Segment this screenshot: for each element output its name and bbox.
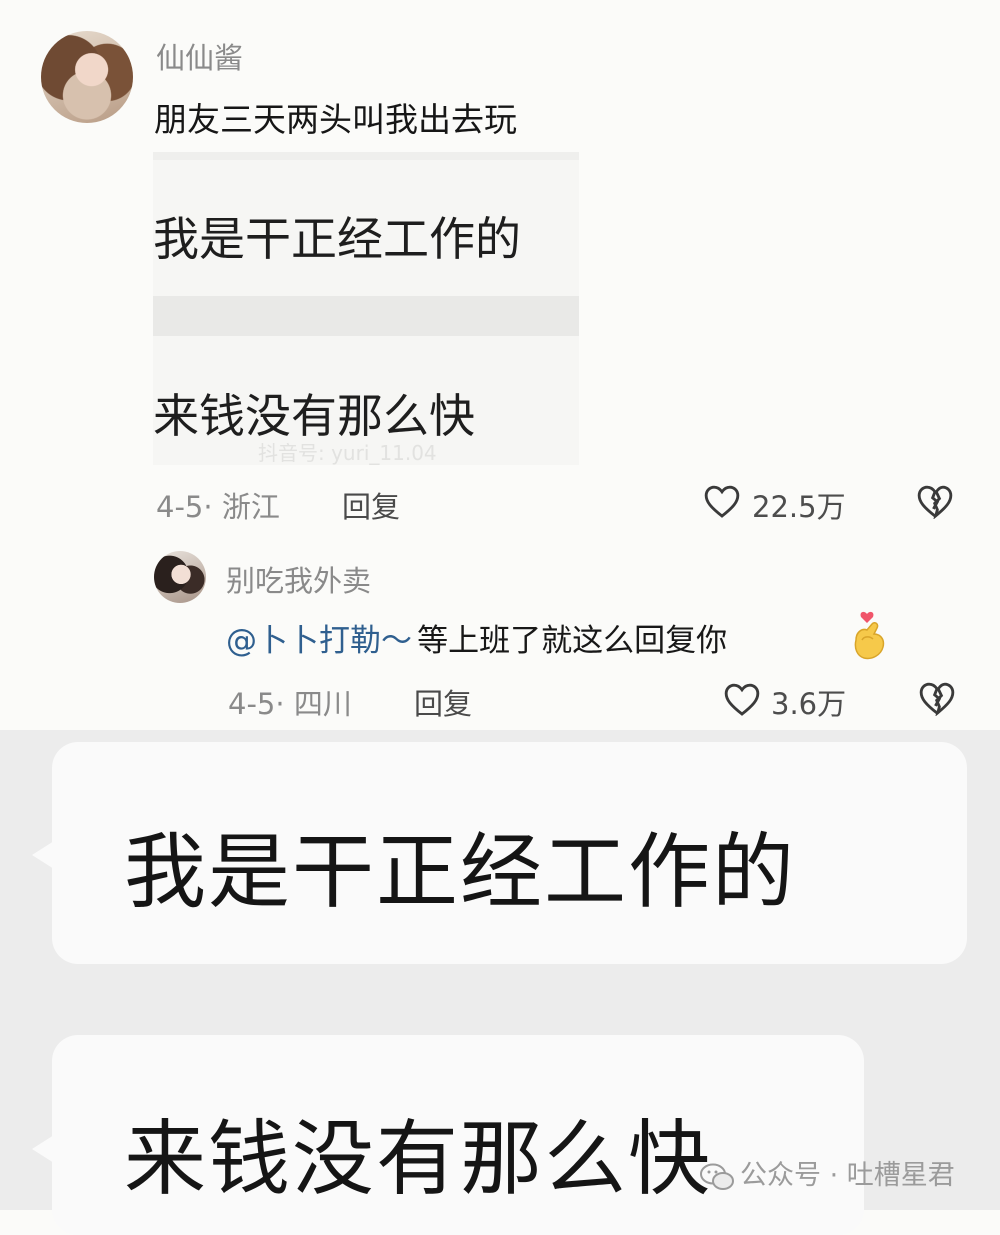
reply-reply-button[interactable]: 回复 — [414, 681, 472, 723]
comment-like-count: 22.5万 — [752, 490, 846, 524]
comment-text: 朋友三天两头叫我出去玩 — [154, 100, 517, 139]
broken-heart-icon[interactable] — [918, 680, 956, 716]
finger-heart-emoji — [854, 611, 885, 660]
broken-heart-icon[interactable] — [916, 483, 954, 519]
watermark-platform: 公众号 — [740, 1160, 821, 1191]
comment-date: 4-5 — [156, 490, 204, 524]
wechat-icon — [700, 1163, 734, 1190]
meta-dot: · — [275, 687, 294, 721]
watermark-account: 吐槽星君 — [846, 1160, 955, 1191]
comment-reply-button[interactable]: 回复 — [342, 484, 400, 526]
meta-dot: · — [203, 490, 222, 524]
reply-like-count: 3.6万 — [771, 687, 847, 721]
attached-image-watermark: 抖音号: yuri_11.04 — [258, 441, 437, 465]
replier-username[interactable]: 别吃我外卖 — [226, 558, 371, 600]
commenter-avatar[interactable] — [41, 31, 133, 123]
comment-location: 浙江 — [221, 490, 280, 524]
image-divider — [153, 152, 579, 160]
reply-text: 等上班了就这么回复你 — [417, 623, 728, 659]
replier-avatar[interactable] — [154, 551, 206, 603]
comment-section: 仙仙酱 朋友三天两头叫我出去玩 我是干正经工作的 来钱没有那么快 抖音号: yu… — [0, 0, 1000, 730]
chat-screenshot: 我是干正经工作的 来钱没有那么快 — [0, 730, 1000, 1235]
heart-outline-icon[interactable] — [723, 681, 761, 717]
reply-meta: 4-5· 四川 — [228, 681, 352, 723]
heart-outline-icon[interactable] — [703, 483, 741, 519]
mention-link[interactable]: @卜卜打勒～ — [226, 623, 412, 659]
reply-location: 四川 — [293, 687, 352, 721]
image-divider — [153, 296, 579, 336]
account-watermark: 公众号 · 吐槽星君 — [700, 1153, 955, 1192]
chat-bubble-text-1: 我是干正经工作的 — [124, 825, 797, 920]
bubble-tail — [32, 1135, 54, 1163]
chat-bubble-text-2: 来钱没有那么快 — [124, 1112, 713, 1207]
comment-meta: 4-5· 浙江 — [156, 484, 280, 526]
commenter-username[interactable]: 仙仙酱 — [156, 35, 243, 77]
reply-date: 4-5 — [228, 687, 276, 721]
reply-content: @卜卜打勒～ 等上班了就这么回复你 — [226, 615, 727, 660]
attached-image-line-1: 我是干正经工作的 — [153, 212, 521, 266]
bubble-tail — [32, 841, 54, 869]
watermark-separator: · — [829, 1160, 839, 1191]
